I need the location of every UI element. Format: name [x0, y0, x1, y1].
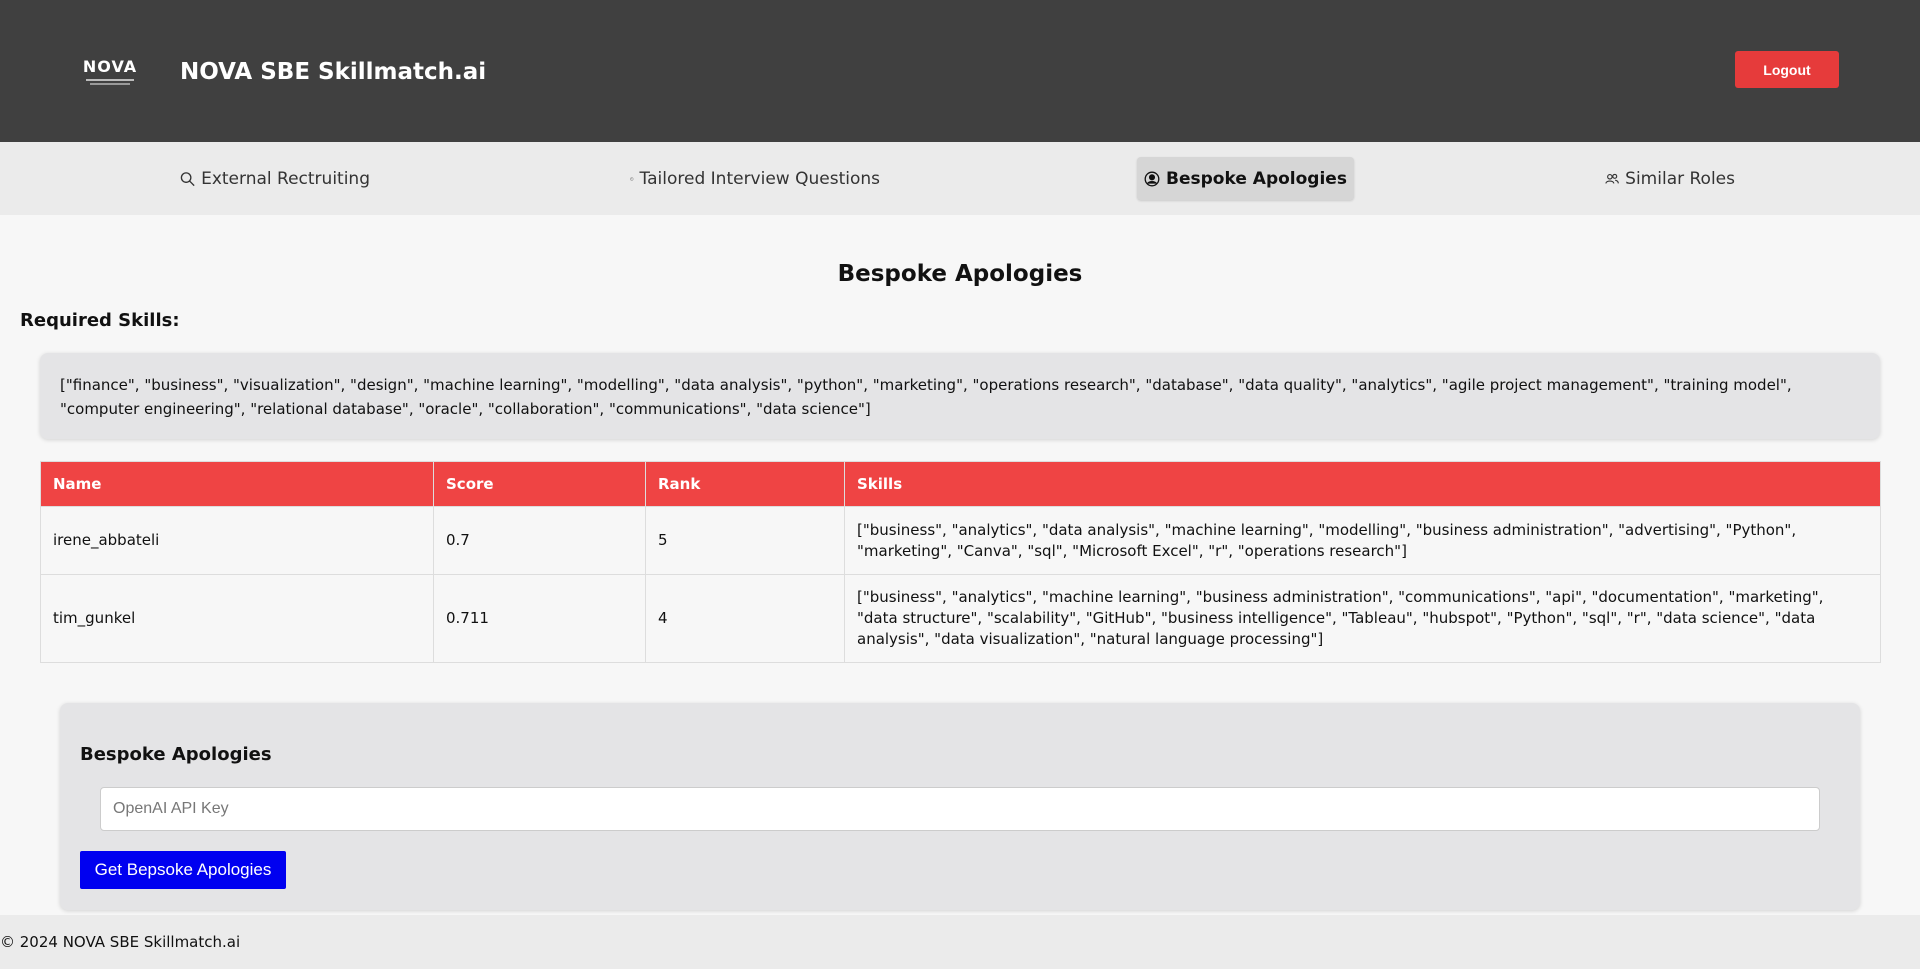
tab-label: External Rectruiting — [201, 168, 370, 189]
cell-score: 0.7 — [433, 506, 646, 575]
candidates-table: Name Score Rank Skills irene_abbateli 0.… — [40, 461, 1881, 663]
page-title: Bespoke Apologies — [837, 261, 1083, 287]
required-skills-label: Required Skills: — [20, 310, 180, 331]
footer-copyright: © 2024 NOVA SBE Skillmatch.ai — [0, 933, 241, 951]
logo-wordmark: NOVA — [82, 57, 138, 76]
cell-rank: 4 — [645, 574, 845, 663]
tab-tailored-interview-questions[interactable]: Tailored Interview Questions — [630, 157, 880, 200]
get-bespoke-apologies-button[interactable]: Get Bepsoke Apologies — [80, 851, 286, 889]
panel-title: Bespoke Apologies — [80, 744, 272, 765]
tab-bespoke-apologies[interactable]: Bespoke Apologies — [1137, 157, 1354, 200]
table-row: tim_gunkel 0.711 4 ["business", "analyti… — [40, 574, 1881, 663]
tab-label: Bespoke Apologies — [1166, 168, 1347, 189]
cell-rank: 5 — [645, 506, 845, 575]
logo-subline — [86, 79, 134, 81]
tab-label: Similar Roles — [1625, 168, 1735, 189]
logout-button[interactable]: Logout — [1735, 51, 1839, 88]
tab-similar-roles[interactable]: Similar Roles — [1605, 157, 1735, 200]
tab-label: Tailored Interview Questions — [639, 168, 880, 189]
app-title: NOVA SBE Skillmatch.ai — [180, 59, 487, 85]
cell-skills: ["business", "analytics", "data analysis… — [844, 506, 1881, 575]
cell-name: irene_abbateli — [40, 506, 434, 575]
required-skills-box: ["finance", "business", "visualization",… — [40, 353, 1880, 439]
table-header-row: Name Score Rank Skills — [40, 461, 1881, 507]
column-header-skills: Skills — [844, 461, 1881, 507]
cell-name: tim_gunkel — [40, 574, 434, 663]
tab-external-recruiting[interactable]: External Rectruiting — [180, 157, 370, 200]
app-header: NOVA NOVA SBE Skillmatch.ai Logout — [0, 0, 1920, 142]
column-header-name: Name — [40, 461, 434, 507]
cell-score: 0.711 — [433, 574, 646, 663]
main-nav: External Rectruiting Tailored Interview … — [0, 142, 1920, 215]
cell-skills: ["business", "analytics", "machine learn… — [844, 574, 1881, 663]
users-icon — [1605, 173, 1619, 184]
user-circle-icon — [1144, 171, 1160, 186]
footer: © 2024 NOVA SBE Skillmatch.ai — [0, 915, 1920, 969]
table-row: irene_abbateli 0.7 5 ["business", "analy… — [40, 506, 1881, 575]
column-header-score: Score — [433, 461, 646, 507]
column-header-rank: Rank — [645, 461, 845, 507]
logo-subline-2 — [90, 83, 130, 85]
bespoke-apologies-panel: Bespoke Apologies Get Bepsoke Apologies — [60, 703, 1860, 910]
search-icon — [180, 171, 195, 186]
openai-api-key-input[interactable] — [100, 787, 1820, 831]
nova-logo: NOVA — [80, 58, 140, 86]
clock-icon — [630, 176, 634, 181]
